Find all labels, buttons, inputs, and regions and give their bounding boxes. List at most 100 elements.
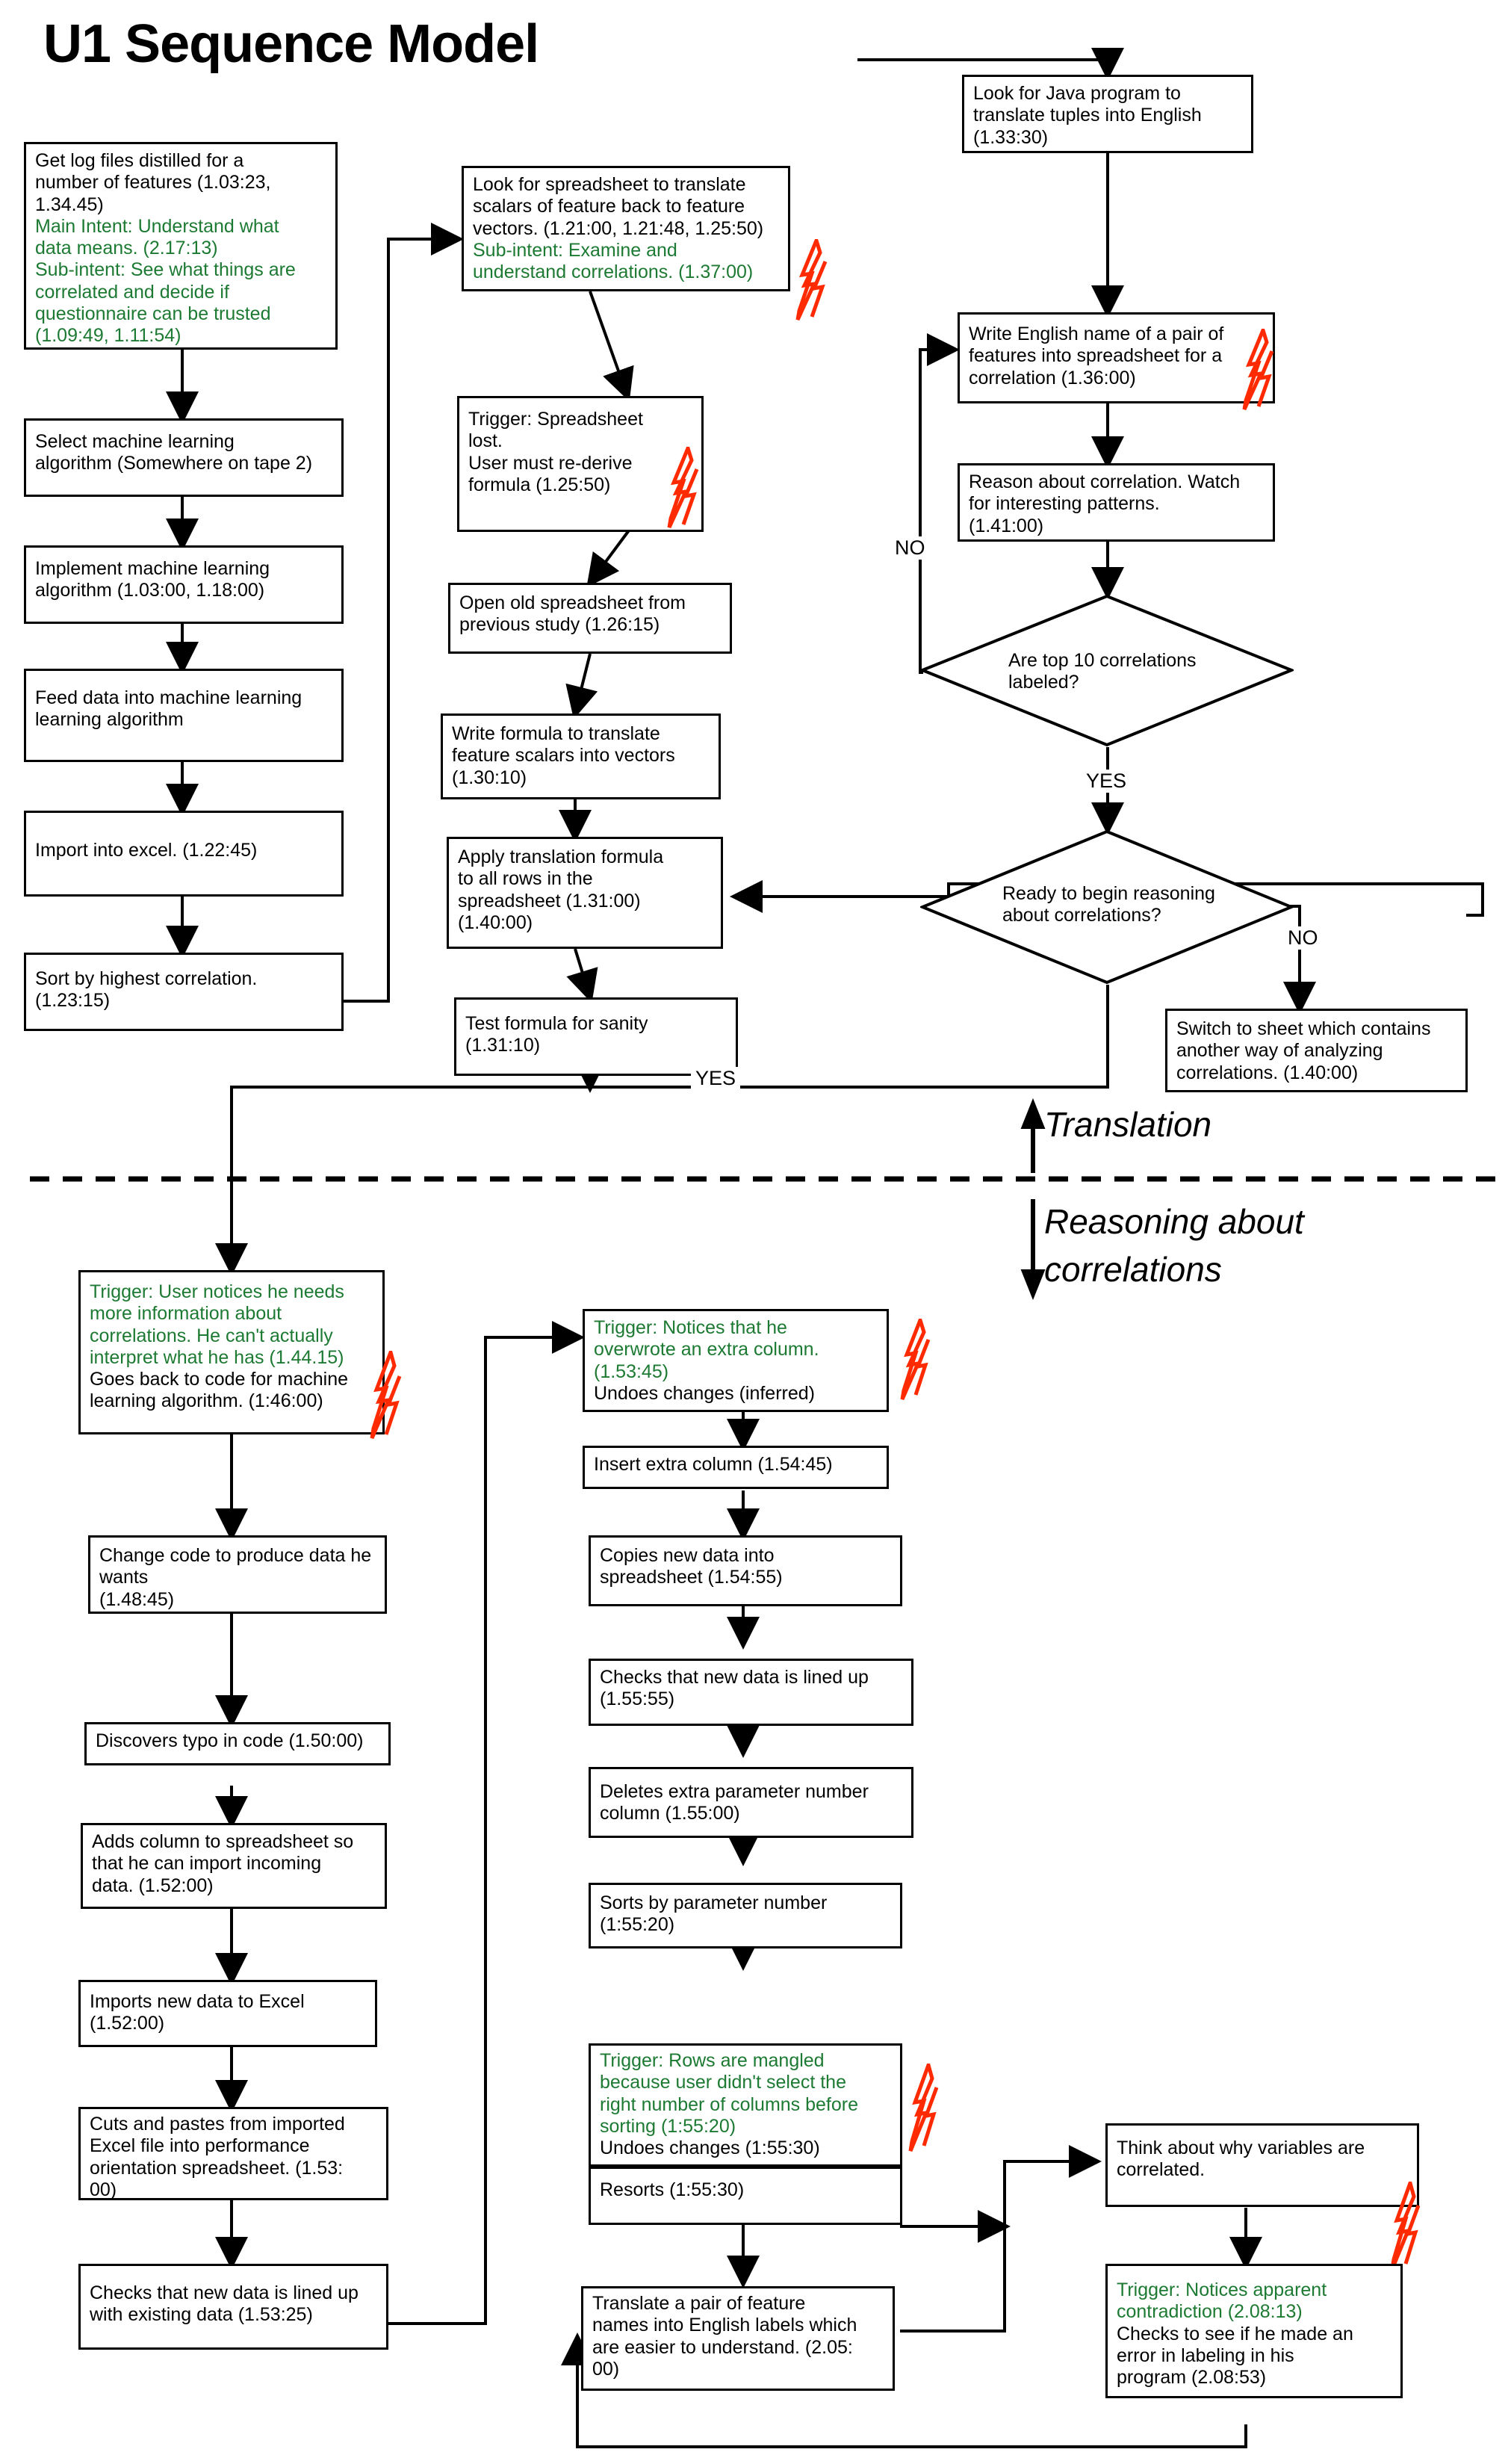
node-line: column (1.55:00) — [600, 1803, 740, 1824]
node-line: Trigger: Notices apparent — [1117, 2279, 1327, 2300]
node-line: Reason about correlation. Watch — [969, 471, 1241, 492]
node-write-english-name[interactable]: Write English name of a pair of features… — [958, 312, 1275, 403]
node-line: algorithm (1.03:00, 1.18:00) — [35, 580, 265, 601]
node-line: Checks to see if he made an — [1117, 2323, 1353, 2344]
node-line: 1.34.45) — [35, 194, 104, 215]
node-line: interpret what he has (1.44.15) — [90, 1346, 344, 1368]
node-line: Excel file into performance — [90, 2135, 310, 2157]
node-line: number of features (1.03:23, — [35, 172, 271, 194]
node-line: understand correlations. (1.37:00) — [473, 261, 754, 282]
node-get-log-files[interactable]: Get log files distilled for a number of … — [24, 142, 338, 350]
node-line: Main Intent: Understand what — [35, 215, 279, 237]
node-line: Sub-intent: Examine and — [473, 239, 677, 261]
edge-label-no-2: NO — [1283, 926, 1323, 950]
node-trigger-more-information[interactable]: Trigger: User notices he needs more info… — [78, 1270, 385, 1434]
node-line: error in labeling in his — [1117, 2344, 1294, 2366]
node-line: overwrote an extra column. — [594, 1339, 819, 1361]
node-think-about-why-correlated[interactable]: Think about why variables are correlated… — [1105, 2123, 1419, 2207]
node-line: another way of analyzing — [1176, 1040, 1383, 1062]
node-line: Apply translation formula — [458, 846, 664, 867]
section-label-reasoning-line2: correlations — [1044, 1250, 1222, 1289]
node-line: Test formula for sanity — [465, 1013, 648, 1034]
decision-line: Ready to begin reasoning — [1002, 883, 1215, 904]
node-deletes-extra-parameter-column[interactable]: Deletes extra parameter number column (1… — [589, 1767, 913, 1838]
node-line: Checks that new data is lined up — [600, 1667, 869, 1688]
node-trigger-rows-mangled[interactable]: Trigger: Rows are mangled because user d… — [589, 2043, 902, 2167]
node-line: Think about why variables are — [1117, 2138, 1365, 2158]
node-line: Goes back to code for machine — [90, 1369, 349, 1390]
node-line: correlations. (1.40:00) — [1176, 1062, 1359, 1083]
node-line: feature scalars into vectors — [452, 745, 675, 767]
node-line: Adds column to spreadsheet so — [92, 1831, 354, 1852]
node-write-formula[interactable]: Write formula to translate feature scala… — [441, 713, 721, 799]
node-line: (1.31:10) — [465, 1035, 541, 1056]
node-line: algorithm (Somewhere on tape 2) — [35, 453, 313, 474]
node-line: (1.55:55) — [600, 1688, 675, 1710]
node-line: spreadsheet (1.54:55) — [600, 1567, 783, 1588]
node-line: Undoes changes (inferred) — [594, 1382, 815, 1404]
node-cuts-and-pastes[interactable]: Cuts and pastes from imported Excel file… — [78, 2107, 388, 2200]
node-line: User must re-derive — [468, 452, 633, 474]
decision-ready-to-begin-reasoning[interactable]: Ready to begin reasoning about correlati… — [920, 829, 1294, 985]
node-line: Trigger: Rows are mangled — [600, 2050, 825, 2071]
node-line: Write formula to translate — [452, 723, 660, 744]
node-discovers-typo[interactable]: Discovers typo in code (1.50:00) — [84, 1722, 391, 1765]
node-import-excel[interactable]: Import into excel. (1.22:45) — [24, 811, 344, 897]
decision-are-top10-labeled[interactable]: Are top 10 correlations labeled? — [920, 594, 1294, 747]
node-adds-column[interactable]: Adds column to spreadsheet so that he ca… — [81, 1823, 387, 1909]
node-line: (1.40:00) — [458, 911, 533, 933]
node-line: Select machine learning — [35, 431, 235, 452]
breakdown-bolt-icon — [1242, 329, 1274, 411]
breakdown-bolt-icon — [908, 2064, 939, 2152]
node-test-formula[interactable]: Test formula for sanity (1.31:10) — [454, 997, 738, 1076]
edge-label-yes-2: YES — [691, 1067, 741, 1090]
node-line: data means. (2.17:13) — [35, 238, 218, 259]
node-change-code[interactable]: Change code to produce data he wants (1.… — [88, 1535, 387, 1614]
node-trigger-overwrote-column[interactable]: Trigger: Notices that he overwrote an ex… — [583, 1309, 889, 1412]
node-line: (1.52:00) — [90, 2013, 165, 2034]
node-imports-new-data[interactable]: Imports new data to Excel (1.52:00) — [78, 1980, 377, 2047]
node-insert-extra-column[interactable]: Insert extra column (1.54:45) — [583, 1446, 889, 1489]
node-reason-about-correlation[interactable]: Reason about correlation. Watch for inte… — [958, 463, 1275, 542]
node-trigger-notices-contradiction[interactable]: Trigger: Notices apparent contradiction … — [1105, 2264, 1403, 2398]
node-line: (1:55:20) — [600, 1914, 675, 1936]
node-line: are easier to understand. (2.05: — [592, 2336, 853, 2358]
node-apply-translation-formula[interactable]: Apply translation formula to all rows in… — [447, 837, 723, 949]
node-checks-lined-up-mid[interactable]: Checks that new data is lined up (1.55:5… — [589, 1659, 913, 1726]
node-line: (1.09:49, 1.11:54) — [35, 325, 181, 346]
node-line: Discovers typo in code (1.50:00) — [96, 1730, 364, 1751]
node-translate-pair-of-features[interactable]: Translate a pair of feature names into E… — [581, 2286, 895, 2391]
node-switch-to-sheet[interactable]: Switch to sheet which contains another w… — [1165, 1009, 1468, 1092]
node-line: spreadsheet (1.31:00) — [458, 890, 641, 911]
decision-line: labeled? — [1008, 672, 1079, 693]
node-resorts[interactable]: Resorts (1:55:30) — [589, 2167, 902, 2225]
node-line: because user didn't select the — [600, 2072, 846, 2093]
node-look-for-spreadsheet[interactable]: Look for spreadsheet to translate scalar… — [462, 166, 790, 291]
node-line: Feed data into machine learning — [35, 687, 302, 708]
node-feed-data[interactable]: Feed data into machine learning learning… — [24, 669, 344, 762]
node-line: Copies new data into — [600, 1545, 775, 1566]
node-line: Translate a pair of feature — [592, 2293, 806, 2314]
node-open-old-spreadsheet[interactable]: Open old spreadsheet from previous study… — [448, 583, 732, 654]
node-copies-new-data[interactable]: Copies new data into spreadsheet (1.54:5… — [589, 1535, 902, 1606]
node-line: correlations. He can't actually — [90, 1325, 333, 1346]
node-line: previous study (1.26:15) — [459, 614, 660, 636]
node-implement-ml-algorithm[interactable]: Implement machine learning algorithm (1.… — [24, 545, 344, 624]
node-look-for-java-program[interactable]: Look for Java program to translate tuple… — [962, 75, 1253, 153]
node-line: Open old spreadsheet from — [459, 592, 686, 613]
node-checks-lined-up-existing[interactable]: Checks that new data is lined up with ex… — [78, 2264, 388, 2350]
node-select-ml-algorithm[interactable]: Select machine learning algorithm (Somew… — [24, 418, 344, 497]
node-line: for interesting patterns. — [969, 493, 1160, 515]
breakdown-bolt-icon — [370, 1351, 402, 1439]
node-line: Sort by highest correlation. — [35, 968, 258, 989]
node-line: learning algorithm. (1:46:00) — [90, 1390, 323, 1412]
decision-line: about correlations? — [1002, 905, 1161, 926]
node-line: features into spreadsheet for a — [969, 345, 1223, 367]
node-line: correlation (1.36:00) — [969, 367, 1136, 389]
node-sorts-by-parameter-number[interactable]: Sorts by parameter number (1:55:20) — [589, 1883, 902, 1948]
node-line: contradiction (2.08:13) — [1117, 2301, 1303, 2323]
node-sort-highest-correlation[interactable]: Sort by highest correlation. (1.23:15) — [24, 953, 344, 1031]
node-line: Imports new data to Excel — [90, 1991, 305, 2012]
breakdown-bolt-icon — [900, 1319, 931, 1401]
page-title: U1 Sequence Model — [43, 14, 539, 74]
